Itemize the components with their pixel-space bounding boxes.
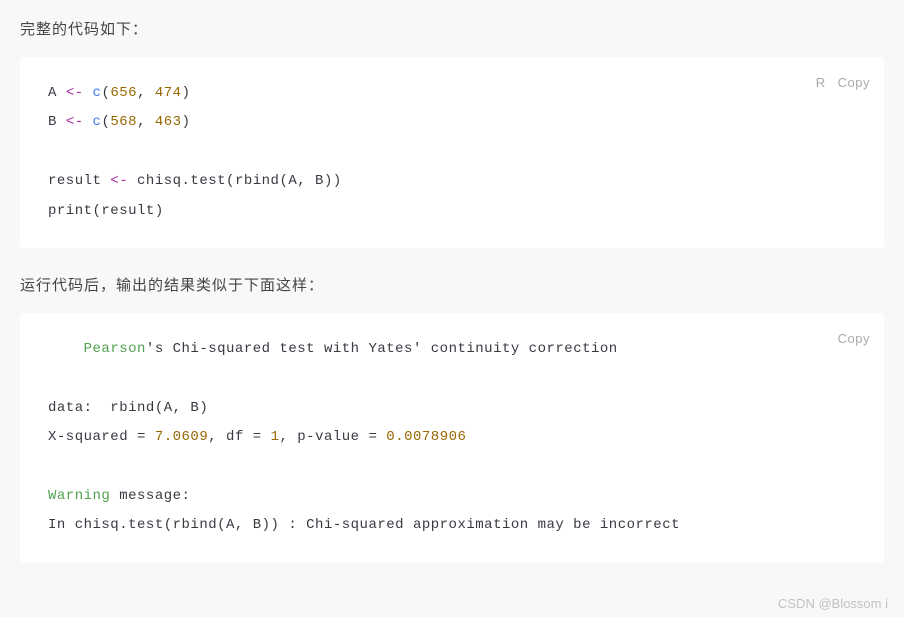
- code-block-header: R Copy: [816, 69, 870, 96]
- output-line: Pearson's Chi-squared test with Yates' c…: [48, 335, 856, 364]
- code-block-header: Copy: [838, 325, 870, 352]
- output-line: Warning message:: [48, 482, 856, 511]
- code-block-2: Copy Pearson's Chi-squared test with Yat…: [20, 313, 884, 563]
- copy-button[interactable]: Copy: [838, 325, 870, 352]
- code-line: [48, 138, 856, 167]
- code-language-label: R: [816, 69, 826, 96]
- watermark: CSDN @Blossom i: [778, 596, 888, 611]
- output-line: [48, 364, 856, 393]
- copy-button[interactable]: Copy: [838, 69, 870, 96]
- intro-paragraph-1: 完整的代码如下：: [20, 18, 884, 39]
- output-line: In chisq.test(rbind(A, B)) : Chi-squared…: [48, 511, 856, 540]
- code-block-1: R Copy A <- c(656, 474) B <- c(568, 463)…: [20, 57, 884, 248]
- article-content: 完整的代码如下： R Copy A <- c(656, 474) B <- c(…: [0, 0, 904, 599]
- output-line: data: rbind(A, B): [48, 394, 856, 423]
- code-line: print(result): [48, 197, 856, 226]
- code-line: A <- c(656, 474): [48, 79, 856, 108]
- code-line: result <- chisq.test(rbind(A, B)): [48, 167, 856, 196]
- output-line: [48, 453, 856, 482]
- code-line: B <- c(568, 463): [48, 108, 856, 137]
- intro-paragraph-2: 运行代码后，输出的结果类似于下面这样：: [20, 274, 884, 295]
- output-line: X-squared = 7.0609, df = 1, p-value = 0.…: [48, 423, 856, 452]
